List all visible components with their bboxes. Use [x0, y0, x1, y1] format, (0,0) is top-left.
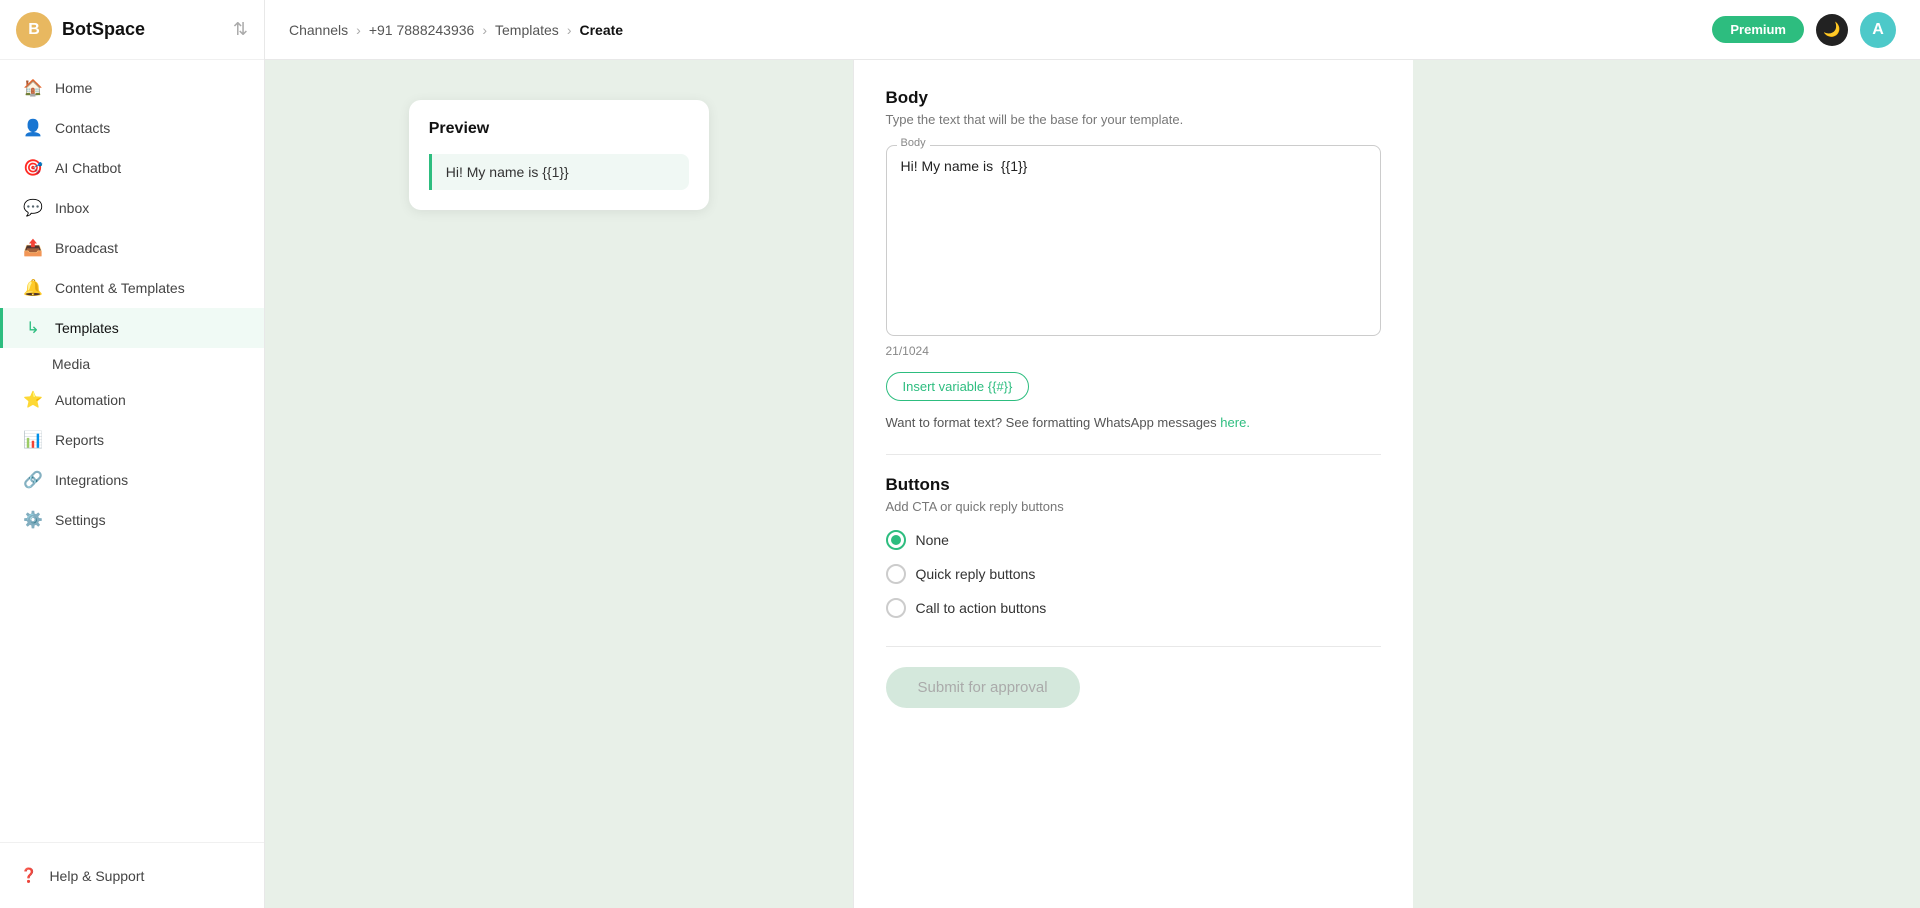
sidebar-item-contacts[interactable]: 👤 Contacts — [0, 108, 264, 148]
sidebar-item-help[interactable]: ❓ Help & Support — [20, 859, 244, 892]
brand-avatar: B — [16, 12, 52, 48]
char-count: 21/1024 — [886, 344, 1381, 358]
inbox-icon: 💬 — [23, 198, 43, 218]
sidebar-item-broadcast[interactable]: 📤 Broadcast — [0, 228, 264, 268]
radio-cta-circle — [886, 598, 906, 618]
format-link[interactable]: here. — [1220, 415, 1250, 430]
ai-chatbot-icon: 🎯 — [23, 158, 43, 178]
premium-button[interactable]: Premium — [1712, 16, 1804, 43]
sidebar-item-templates[interactable]: ↳ Templates — [0, 308, 264, 348]
radio-quick-reply[interactable]: Quick reply buttons — [886, 564, 1381, 584]
sidebar-item-home-label: Home — [55, 80, 92, 96]
automation-icon: ⭐ — [23, 390, 43, 410]
sidebar-item-reports-label: Reports — [55, 432, 104, 448]
preview-card: Preview Hi! My name is {{1}} — [409, 100, 709, 210]
dark-mode-toggle[interactable]: 🌙 — [1816, 14, 1848, 46]
home-icon: 🏠 — [23, 78, 43, 98]
radio-none-circle — [886, 530, 906, 550]
sidebar-item-home[interactable]: 🏠 Home — [0, 68, 264, 108]
radio-quick-reply-label: Quick reply buttons — [916, 566, 1036, 582]
sidebar: B BotSpace ⇅ 🏠 Home 👤 Contacts 🎯 AI Chat… — [0, 0, 265, 908]
main-content: Channels › +91 7888243936 › Templates › … — [265, 0, 1920, 908]
sidebar-item-settings-label: Settings — [55, 512, 106, 528]
reports-icon: 📊 — [23, 430, 43, 450]
broadcast-icon: 📤 — [23, 238, 43, 258]
sidebar-item-inbox[interactable]: 💬 Inbox — [0, 188, 264, 228]
settings-icon: ⚙️ — [23, 510, 43, 530]
user-avatar[interactable]: A — [1860, 12, 1896, 48]
contacts-icon: 👤 — [23, 118, 43, 138]
sidebar-item-ai-chatbot-label: AI Chatbot — [55, 160, 121, 176]
breadcrumb-phone[interactable]: +91 7888243936 — [369, 22, 475, 38]
insert-variable-button[interactable]: Insert variable {{#}} — [886, 372, 1030, 401]
integrations-icon: 🔗 — [23, 470, 43, 490]
divider — [886, 454, 1381, 455]
sidebar-item-broadcast-label: Broadcast — [55, 240, 118, 256]
buttons-section-title: Buttons — [886, 475, 1381, 495]
topbar: Channels › +91 7888243936 › Templates › … — [265, 0, 1920, 60]
sidebar-item-contacts-label: Contacts — [55, 120, 110, 136]
radio-cta[interactable]: Call to action buttons — [886, 598, 1381, 618]
help-icon: ❓ — [20, 867, 37, 884]
radio-none-label: None — [916, 532, 949, 548]
content-area: Preview Hi! My name is {{1}} Body Type t… — [265, 60, 1920, 908]
sidebar-nav: 🏠 Home 👤 Contacts 🎯 AI Chatbot 💬 Inbox 📤… — [0, 60, 264, 842]
submit-button[interactable]: Submit for approval — [886, 667, 1080, 708]
radio-cta-label: Call to action buttons — [916, 600, 1047, 616]
sidebar-item-integrations[interactable]: 🔗 Integrations — [0, 460, 264, 500]
templates-icon: ↳ — [23, 318, 43, 338]
sidebar-item-automation-label: Automation — [55, 392, 126, 408]
sidebar-item-ai-chatbot[interactable]: 🎯 AI Chatbot — [0, 148, 264, 188]
sidebar-toggle-icon[interactable]: ⇅ — [233, 19, 248, 40]
body-section-title: Body — [886, 88, 1381, 108]
form-panel: Body Type the text that will be the base… — [853, 60, 1413, 908]
body-input-wrapper: Body — [886, 145, 1381, 336]
breadcrumb: Channels › +91 7888243936 › Templates › … — [289, 22, 623, 38]
sidebar-item-templates-label: Templates — [55, 320, 119, 336]
body-section-desc: Type the text that will be the base for … — [886, 112, 1381, 127]
buttons-section-desc: Add CTA or quick reply buttons — [886, 499, 1381, 514]
breadcrumb-templates[interactable]: Templates — [495, 22, 559, 38]
sidebar-item-automation[interactable]: ⭐ Automation — [0, 380, 264, 420]
content-templates-icon: 🔔 — [23, 278, 43, 298]
breadcrumb-sep-3: › — [567, 22, 572, 38]
radio-quick-reply-circle — [886, 564, 906, 584]
sidebar-item-content-templates[interactable]: 🔔 Content & Templates — [0, 268, 264, 308]
sidebar-footer: ❓ Help & Support — [0, 842, 264, 908]
sidebar-item-integrations-label: Integrations — [55, 472, 128, 488]
breadcrumb-sep-1: › — [356, 22, 361, 38]
sidebar-item-media[interactable]: Media — [0, 348, 264, 380]
sidebar-item-reports[interactable]: 📊 Reports — [0, 420, 264, 460]
breadcrumb-create: Create — [579, 22, 623, 38]
sidebar-header: B BotSpace ⇅ — [0, 0, 264, 60]
breadcrumb-channels[interactable]: Channels — [289, 22, 348, 38]
radio-none[interactable]: None — [886, 530, 1381, 550]
breadcrumb-sep-2: › — [482, 22, 487, 38]
sidebar-item-settings[interactable]: ⚙️ Settings — [0, 500, 264, 540]
preview-message-bubble: Hi! My name is {{1}} — [429, 154, 689, 190]
body-textarea[interactable] — [901, 158, 1366, 318]
topbar-right: Premium 🌙 A — [1712, 12, 1896, 48]
preview-title: Preview — [429, 120, 689, 138]
radio-group: None Quick reply buttons Call to action … — [886, 530, 1381, 618]
right-spacer — [1413, 60, 1920, 908]
preview-panel: Preview Hi! My name is {{1}} — [265, 60, 853, 908]
format-text: Want to format text? See formatting What… — [886, 415, 1381, 430]
sidebar-item-media-label: Media — [52, 356, 90, 372]
body-input-label: Body — [897, 137, 930, 149]
sidebar-item-inbox-label: Inbox — [55, 200, 89, 216]
brand-name: BotSpace — [62, 19, 145, 40]
sidebar-item-content-templates-label: Content & Templates — [55, 280, 185, 296]
divider-2 — [886, 646, 1381, 647]
sidebar-item-help-label: Help & Support — [49, 868, 144, 884]
